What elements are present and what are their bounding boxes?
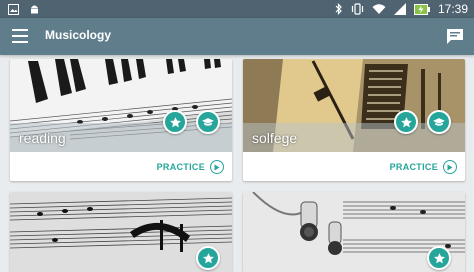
signal-icon — [393, 3, 406, 15]
play-circle-icon — [443, 160, 457, 174]
status-bar: 17:39 — [0, 0, 474, 18]
status-time: 17:39 — [437, 2, 468, 16]
play-circle-icon — [210, 160, 224, 174]
lesson-card-solfege[interactable]: solfege PRACTICE — [243, 59, 465, 181]
lesson-card-reading[interactable]: reading PRACTICE — [10, 59, 232, 181]
star-icon[interactable] — [196, 246, 220, 270]
star-icon[interactable] — [163, 110, 187, 134]
lesson-card-4[interactable] — [243, 192, 465, 272]
battery-charging-icon — [413, 3, 430, 15]
app-toolbar: Musicology — [0, 18, 474, 55]
lesson-label-solfege: solfege — [252, 130, 298, 146]
practice-label: PRACTICE — [389, 162, 438, 172]
bluetooth-icon — [335, 3, 342, 15]
practice-label: PRACTICE — [156, 162, 205, 172]
chat-icon[interactable] — [446, 28, 464, 45]
vibrate-icon — [351, 3, 364, 15]
wifi-icon — [372, 4, 386, 14]
graduation-cap-icon[interactable] — [427, 110, 451, 134]
graduation-cap-icon[interactable] — [196, 110, 220, 134]
app-title: Musicology — [45, 28, 112, 42]
lesson-card-3[interactable] — [10, 192, 232, 272]
star-icon[interactable] — [394, 110, 418, 134]
image-icon — [8, 3, 19, 15]
star-icon[interactable] — [427, 246, 451, 270]
practice-button-solfege[interactable]: PRACTICE — [390, 160, 457, 174]
lesson-label-reading: reading — [19, 130, 66, 146]
hamburger-menu-icon[interactable] — [12, 29, 28, 43]
practice-button-reading[interactable]: PRACTICE — [157, 160, 224, 174]
android-icon — [31, 5, 38, 14]
